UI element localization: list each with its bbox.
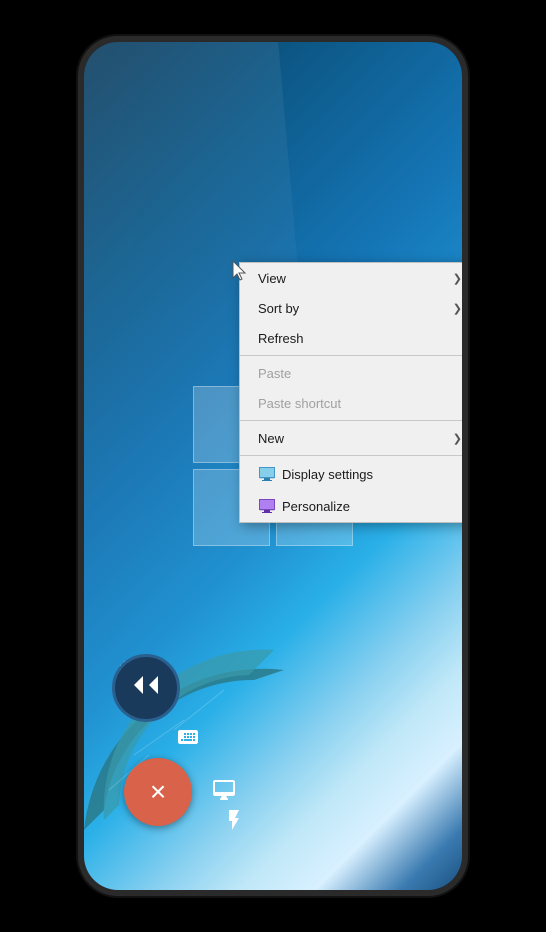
display-settings-icon: [258, 465, 276, 483]
menu-item-sort-by[interactable]: Sort by ❯: [240, 293, 468, 323]
menu-item-paste-shortcut-label: Paste shortcut: [258, 396, 462, 411]
separator-3: [240, 455, 468, 456]
menu-item-personalize-label: Personalize: [282, 499, 462, 514]
menu-item-display-settings-label: Display settings: [282, 467, 462, 482]
menu-item-personalize[interactable]: Personalize: [240, 490, 468, 522]
context-menu: View ❯ Sort by ❯ Refresh Paste Paste sho…: [239, 262, 468, 523]
separator-1: [240, 355, 468, 356]
menu-item-sort-by-label: Sort by: [258, 301, 445, 316]
separator-2: [240, 420, 468, 421]
menu-item-refresh-label: Refresh: [258, 331, 462, 346]
menu-item-view-arrow: ❯: [453, 272, 462, 285]
menu-item-view[interactable]: View ❯: [240, 263, 468, 293]
radial-icon-bolt[interactable]: [212, 798, 256, 842]
menu-item-refresh[interactable]: Refresh: [240, 323, 468, 353]
phone-frame: View ❯ Sort by ❯ Refresh Paste Paste sho…: [78, 36, 468, 896]
close-icon: ×: [150, 778, 166, 806]
radial-icon-keyboard[interactable]: [166, 715, 210, 759]
menu-item-paste-shortcut: Paste shortcut: [240, 388, 468, 418]
menu-item-new-arrow: ❯: [453, 432, 462, 445]
personalize-icon: [258, 497, 276, 515]
menu-item-new-label: New: [258, 431, 445, 446]
remote-icon: [132, 674, 160, 702]
remote-desktop-button[interactable]: [112, 654, 180, 722]
mouse-cursor: [232, 260, 248, 282]
menu-item-paste-label: Paste: [258, 366, 462, 381]
menu-item-display-settings[interactable]: Display settings: [240, 458, 468, 490]
close-button[interactable]: ×: [124, 758, 192, 826]
menu-item-sort-by-arrow: ❯: [453, 302, 462, 315]
menu-item-paste: Paste: [240, 358, 468, 388]
menu-item-view-label: View: [258, 271, 445, 286]
menu-item-new[interactable]: New ❯: [240, 423, 468, 453]
